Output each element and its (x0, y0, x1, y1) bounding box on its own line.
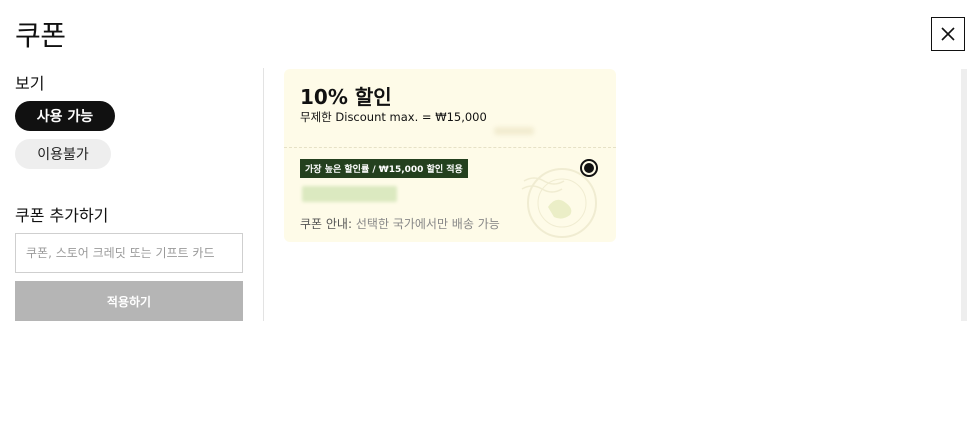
coupon-notice-label: 쿠폰 안내: (300, 217, 353, 231)
filter-unavailable-button[interactable]: 이용불가 (15, 139, 111, 169)
coupon-subtitle: 무제한 Discount max. = ₩15,000 (300, 110, 487, 124)
radio-dot (584, 163, 594, 173)
best-discount-badge: 가장 높은 할인률 / ₩15,000 할인 적용 (300, 159, 468, 178)
divider (263, 68, 264, 321)
page-title: 쿠폰 (15, 19, 66, 52)
filter-available-button[interactable]: 사용 가능 (15, 101, 115, 131)
close-button[interactable] (931, 17, 965, 51)
close-icon (941, 27, 955, 41)
coupon-separator (284, 147, 616, 148)
coupon-notice-text: 선택한 국가에서만 배송 가능 (355, 217, 500, 231)
filter-panel: 보기 사용 가능 이용불가 쿠폰 추가하기 적용하기 (15, 68, 245, 321)
scrollbar[interactable] (961, 69, 967, 321)
coupon-code-input[interactable] (15, 233, 243, 273)
coupon-title: 10% 할인 (300, 85, 392, 109)
coupon-notice: 쿠폰 안내: 선택한 국가에서만 배송 가능 (300, 215, 500, 232)
blurred-text (494, 127, 534, 135)
blurred-coupon-code (302, 186, 397, 202)
view-label: 보기 (15, 74, 45, 93)
coupon-select-radio[interactable] (580, 159, 598, 177)
apply-button[interactable]: 적용하기 (15, 281, 243, 321)
coupon-card[interactable]: 10% 할인 무제한 Discount max. = ₩15,000 가장 높은… (284, 69, 616, 242)
add-coupon-label: 쿠폰 추가하기 (15, 206, 109, 225)
